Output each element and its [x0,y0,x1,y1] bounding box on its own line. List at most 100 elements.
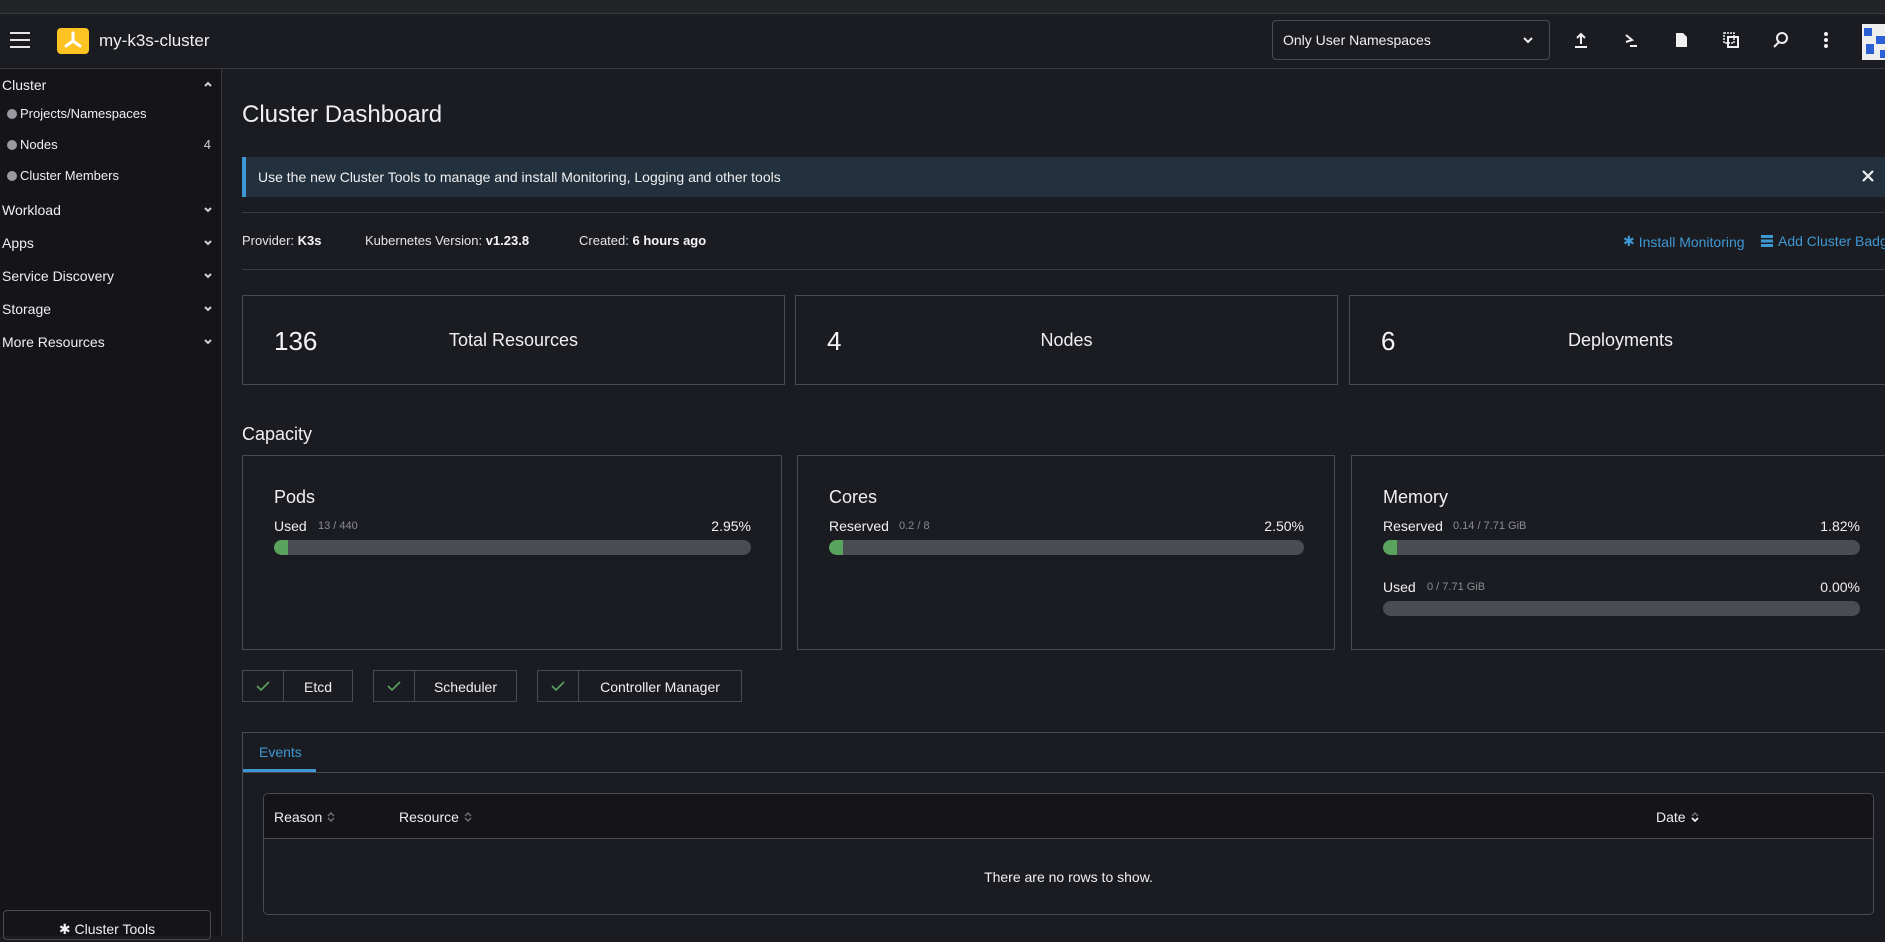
component-status-controller-manager: Controller Manager [537,670,742,702]
cluster-name[interactable]: my-k3s-cluster [99,31,210,51]
gauge-percent: 2.50% [1264,518,1304,534]
column-header-resource[interactable]: Resource [399,809,472,825]
chevron-down-icon [204,207,212,213]
namespace-filter-select[interactable]: Only User Namespaces [1272,20,1550,60]
globe-icon [7,171,17,181]
kubectl-shell-icon[interactable] [1619,28,1643,52]
search-icon[interactable] [1769,28,1793,52]
version-label: Kubernetes Version: [365,233,483,248]
table-header: Reason Resource Date [264,794,1873,839]
sidebar-item-label: Nodes [20,137,58,152]
chevron-down-icon [204,339,212,345]
gear-icon: ✱ [1623,233,1635,249]
capacity-heading: Capacity [242,424,313,444]
sort-icon [327,811,335,823]
add-cluster-badge-link[interactable]: Add Cluster Badge [1760,233,1885,249]
install-monitoring-link[interactable]: ✱ Install Monitoring [1623,233,1745,250]
cluster-logo-icon [57,28,89,54]
kubeconfig-file-icon[interactable] [1669,28,1693,52]
column-label: Reason [274,809,323,825]
gauge-fraction: 0.2 / 8 [899,520,930,532]
divider [242,269,1885,270]
close-icon[interactable] [1858,166,1878,186]
sidebar-group-more-resources[interactable]: More Resources [2,328,217,358]
chevron-up-icon [204,81,212,87]
gauge-memory-used: Used 0 / 7.71 GiB 0.00% [1383,579,1860,619]
sidebar-group-service-discovery[interactable]: Service Discovery [2,262,217,292]
progress-bar [1383,540,1860,555]
created-label: Created: [579,233,629,248]
events-table: Reason Resource Date There are no rows t… [263,793,1874,915]
gauge-fraction: 13 / 440 [318,520,358,532]
stat-card-nodes[interactable]: 4 Nodes [795,295,1338,385]
progress-bar [1383,601,1860,616]
column-header-reason[interactable]: Reason [274,809,335,825]
gauge-label: Reserved [829,518,889,534]
sidebar-item-nodes[interactable]: Nodes 4 [7,132,217,160]
divider [242,212,1885,213]
page-title: Cluster Dashboard [242,101,443,128]
stat-card-deployments[interactable]: 6 Deployments [1349,295,1885,385]
version-value: v1.23.8 [485,233,530,248]
copy-kubeconfig-icon[interactable] [1719,28,1743,52]
component-label: Etcd [303,679,332,695]
user-avatar[interactable] [1862,24,1885,60]
column-header-date[interactable]: Date [1656,809,1699,825]
sidebar-group-cluster[interactable]: Cluster [2,71,217,101]
stat-card-total-resources[interactable]: 136 Total Resources [242,295,785,385]
namespace-filter-value: Only User Namespaces [1283,32,1431,48]
browser-chrome-strip [0,0,1885,14]
provider-value: K3s [297,233,322,248]
menu-icon[interactable] [10,32,30,48]
capacity-card-memory: Memory Reserved 0.14 / 7.71 GiB 1.82% Us… [1351,455,1885,650]
sidebar-item-projects-namespaces[interactable]: Projects/Namespaces [7,101,217,129]
stat-label: Total Resources [448,330,579,350]
gauge-memory-reserved: Reserved 0.14 / 7.71 GiB 1.82% [1383,518,1860,558]
sidebar-group-workload[interactable]: Workload [2,196,217,226]
empty-table-message: There are no rows to show. [984,869,1153,885]
progress-bar-fill [1383,540,1397,555]
cluster-tools-banner: Use the new Cluster Tools to manage and … [242,157,1885,197]
sidebar-group-storage[interactable]: Storage [2,295,217,325]
progress-bar [274,540,751,555]
add-cluster-badge-label: Add Cluster Badge [1778,233,1885,249]
capacity-card-title: Memory [1383,487,1449,507]
sidebar-group-label: Workload [2,202,61,218]
capacity-card-cores: Cores Reserved 0.2 / 8 2.50% [797,455,1335,650]
tab-events[interactable]: Events [243,733,316,772]
chevron-down-icon [204,306,212,312]
sidebar-item-cluster-members[interactable]: Cluster Members [7,163,217,191]
tab-divider [243,772,1885,773]
created-info: Created: 6 hours ago [579,233,706,248]
more-options-icon[interactable] [1814,28,1838,52]
gauge-percent: 1.82% [1820,518,1860,534]
sidebar-group-label: Storage [2,301,52,317]
gauge-label: Used [1383,579,1416,595]
chevron-down-icon [204,273,212,279]
import-yaml-icon[interactable] [1569,28,1593,52]
capacity-card-title: Pods [274,487,316,507]
tab-events-label: Events [259,744,302,760]
kubernetes-version-info: Kubernetes Version: v1.23.8 [365,233,529,248]
install-monitoring-label: Install Monitoring [1638,233,1745,250]
sidebar-item-label: Projects/Namespaces [20,106,147,121]
chevron-down-icon [1523,37,1533,44]
provider-info: Provider: K3s [242,233,322,248]
gauge-fraction: 0 / 7.71 GiB [1427,581,1486,593]
globe-icon [7,140,17,150]
top-header: my-k3s-cluster Only User Namespaces [0,14,1885,69]
column-label: Resource [399,809,459,825]
gauge-fraction: 0.14 / 7.71 GiB [1453,520,1527,532]
gear-icon: ✱ [58,921,71,937]
sidebar-group-label: Service Discovery [2,268,115,284]
sidebar-group-label: Apps [2,235,34,251]
component-status-etcd: Etcd [242,670,353,702]
check-icon [256,681,270,692]
column-label: Date [1656,809,1686,825]
check-icon [387,681,401,692]
capacity-card-pods: Pods Used 13 / 440 2.95% [242,455,782,650]
sidebar-group-apps[interactable]: Apps [2,229,217,259]
gauge-percent: 2.95% [711,518,751,534]
component-label: Scheduler [433,679,498,695]
main-content: Cluster Dashboard Use the new Cluster To… [223,69,1885,942]
